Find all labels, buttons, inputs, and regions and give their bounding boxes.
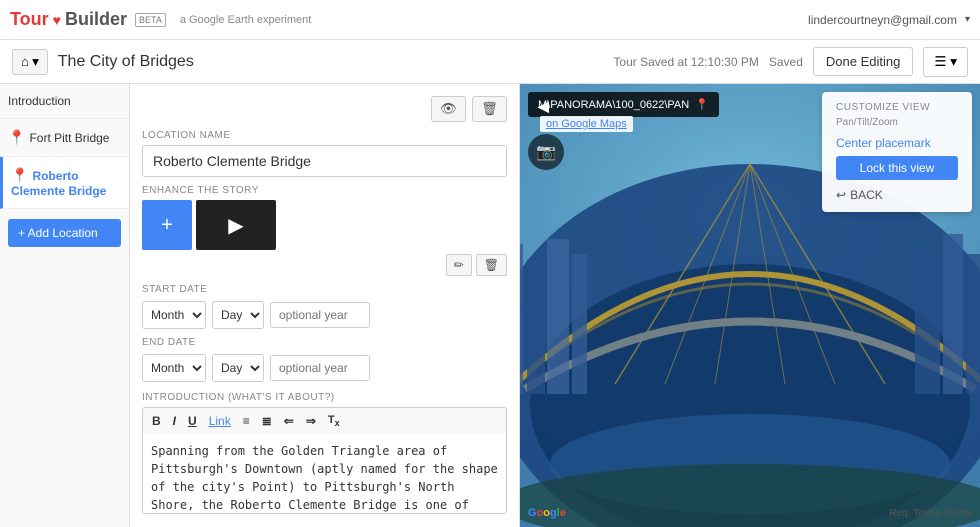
sidebar-item-fort-pitt[interactable]: 📍 Fort Pitt Bridge — [0, 119, 129, 157]
home-dropdown-icon: ▾ — [32, 54, 39, 70]
tour-title: The City of Bridges — [58, 53, 604, 71]
clear-format-button[interactable]: Tx — [323, 412, 345, 430]
google-earth-text: a Google Earth experiment — [180, 14, 311, 26]
sidebar-pin-icon: 📍 — [8, 129, 25, 145]
title-bar-right: Tour Saved at 12:10:30 PM Saved Done Edi… — [613, 47, 968, 77]
intro-label: INTRODUCTION (WHAT'S IT ABOUT?) — [142, 392, 507, 403]
eye-icon-button[interactable]: 👁 — [431, 96, 466, 122]
end-day-select[interactable]: Day — [212, 354, 264, 382]
top-bar-right: lindercourtneyn@gmail.com ▾ — [808, 13, 970, 27]
start-date-row: Month Day — [142, 301, 507, 329]
logo-pin: ♥ — [53, 12, 61, 28]
title-bar: ⌂ ▾ The City of Bridges Tour Saved at 12… — [0, 40, 980, 84]
back-arrow-button[interactable]: ◀ — [528, 92, 559, 121]
underline-button[interactable]: U — [183, 412, 202, 430]
add-location-button[interactable]: + Add Location — [8, 219, 121, 247]
start-year-input[interactable] — [270, 302, 370, 328]
home-button[interactable]: ⌂ ▾ — [12, 49, 48, 75]
left-sidebar: Introduction 📍 Fort Pitt Bridge 📍Roberto … — [0, 84, 130, 527]
sidebar-item-introduction[interactable]: Introduction — [0, 84, 129, 119]
start-day-select[interactable]: Day — [212, 301, 264, 329]
panel-header-icons: 👁 🗑 — [142, 96, 507, 122]
back-arrow-icon: ↩ — [836, 188, 846, 202]
path-text: M\PANORAMA\100_0622\PAN — [538, 99, 689, 111]
user-dropdown-arrow[interactable]: ▾ — [965, 14, 970, 25]
beta-badge: BETA — [135, 13, 166, 27]
end-date-row: Month Day — [142, 354, 507, 382]
terms-of-use-link[interactable]: Req. Terms of Use — [889, 508, 972, 519]
link-button[interactable]: Link — [204, 412, 236, 430]
sidebar-item-label: Fort Pitt Bridge — [29, 131, 109, 145]
location-name-input[interactable] — [142, 145, 507, 177]
trash-icon-button[interactable]: 🗑 — [472, 96, 507, 122]
back-button[interactable]: ↩ BACK — [836, 188, 883, 202]
hamburger-dropdown-icon: ▾ — [950, 54, 957, 70]
lock-view-button[interactable]: Lock this view — [836, 156, 958, 180]
media-actions: ✏ 🗑 — [142, 254, 507, 276]
end-date-label: END DATE — [142, 337, 507, 348]
end-year-input[interactable] — [270, 355, 370, 381]
add-media-button[interactable]: + — [142, 200, 192, 250]
save-status: Tour Saved at 12:10:30 PM — [613, 55, 758, 69]
saved-label: Saved — [769, 55, 803, 69]
sidebar-item-roberto-clemente[interactable]: 📍Roberto Clemente Bridge — [0, 157, 129, 209]
hamburger-icon: ☰ — [934, 54, 946, 70]
media-thumbnails: + ▶ — [142, 200, 507, 250]
start-date-label: START DATE — [142, 284, 507, 295]
top-bar: Tour ♥ Builder BETA a Google Earth exper… — [0, 0, 980, 40]
logo-tour: Tour — [10, 9, 49, 30]
map-area: M\PANORAMA\100_0622\PAN 📍 ◀ on Google Ma… — [520, 84, 980, 527]
play-icon: ▶ — [228, 213, 243, 238]
intro-textarea[interactable]: Spanning from the Golden Triangle area o… — [142, 434, 507, 514]
location-name-label: LOCATION NAME — [142, 130, 507, 141]
edit-media-button[interactable]: ✏ — [446, 254, 472, 276]
logo-builder: Builder — [65, 9, 127, 30]
middle-panel: 👁 🗑 LOCATION NAME ENHANCE THE STORY + ▶ … — [130, 84, 520, 527]
home-icon: ⌂ — [21, 54, 29, 69]
italic-button[interactable]: I — [168, 412, 181, 430]
bold-button[interactable]: B — [147, 412, 166, 430]
center-placemark-link[interactable]: Center placemark — [836, 136, 958, 150]
logo-area: Tour ♥ Builder BETA a Google Earth exper… — [10, 9, 311, 30]
ordered-list-button[interactable]: ≣ — [257, 412, 277, 430]
main-layout: Introduction 📍 Fort Pitt Bridge 📍Roberto … — [0, 84, 980, 527]
customize-title: CUSTOMIZE VIEW — [836, 102, 958, 113]
camera-icon-button[interactable]: 📷 — [528, 134, 564, 170]
delete-media-button[interactable]: 🗑 — [476, 254, 507, 276]
sidebar-pin-active-icon: 📍 — [11, 167, 28, 183]
back-label: BACK — [850, 188, 883, 202]
hamburger-menu-button[interactable]: ☰ ▾ — [923, 47, 968, 77]
start-month-select[interactable]: Month — [142, 301, 206, 329]
camera-icon: 📷 — [536, 142, 556, 162]
tooltip-pin-icon: 📍 — [695, 98, 709, 111]
google-logo: Google — [528, 507, 566, 519]
customize-view-panel: CUSTOMIZE VIEW Pan/Tilt/Zoom Center plac… — [822, 92, 972, 212]
enhance-story-label: ENHANCE THE STORY — [142, 185, 507, 196]
end-month-select[interactable]: Month — [142, 354, 206, 382]
done-editing-button[interactable]: Done Editing — [813, 47, 913, 76]
indent-more-button[interactable]: ⇒ — [301, 412, 321, 430]
customize-subtitle: Pan/Tilt/Zoom — [836, 117, 958, 128]
media-thumbnail[interactable]: ▶ — [196, 200, 276, 250]
unordered-list-button[interactable]: ≡ — [238, 412, 255, 430]
user-email: lindercourtneyn@gmail.com — [808, 13, 957, 27]
indent-less-button[interactable]: ⇐ — [279, 412, 299, 430]
text-toolbar: B I U Link ≡ ≣ ⇐ ⇒ Tx — [142, 407, 507, 434]
sidebar-item-label: Introduction — [8, 94, 71, 108]
